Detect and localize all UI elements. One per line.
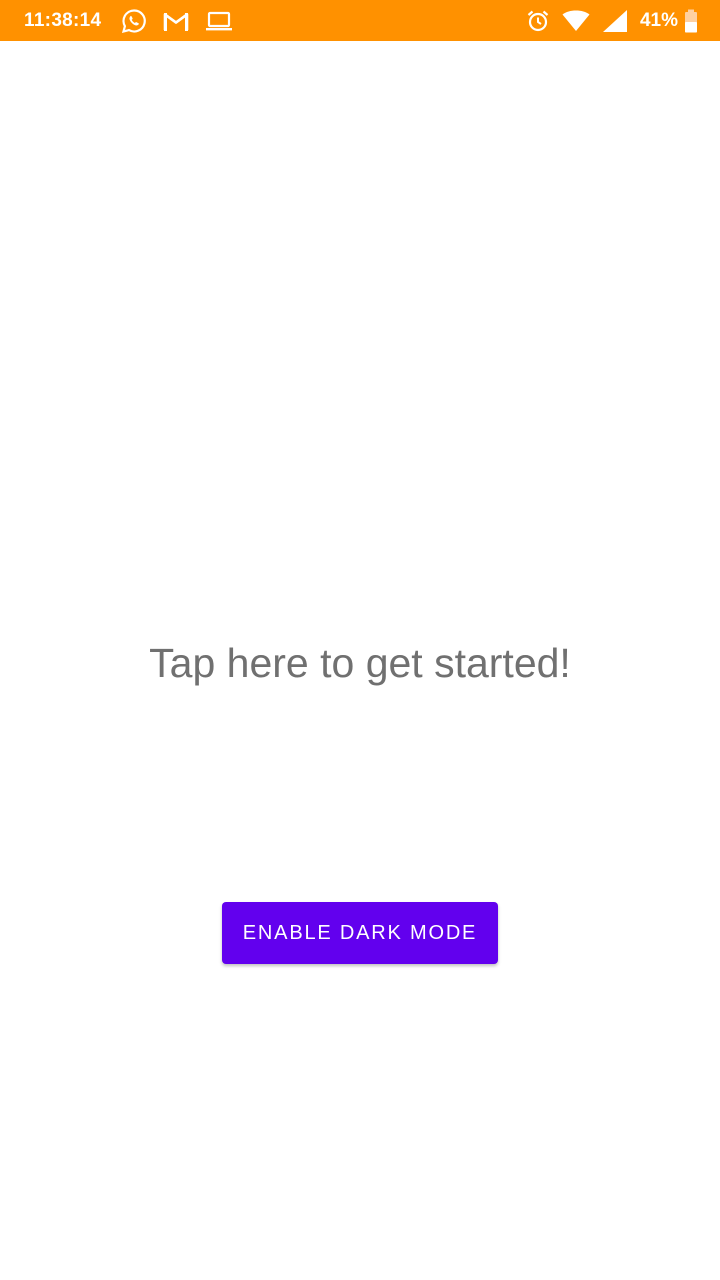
get-started-text[interactable]: Tap here to get started!: [0, 636, 720, 690]
wifi-icon: [562, 10, 590, 32]
cellular-signal-icon: [602, 9, 628, 33]
status-time: 11:38:14: [24, 9, 102, 31]
battery-icon: [684, 9, 698, 33]
laptop-icon: [205, 10, 233, 32]
battery-percent: 41%: [639, 9, 678, 31]
status-bar-left: 11:38:14: [24, 8, 249, 34]
status-bar: 11:38:14 41%: [0, 0, 720, 41]
gmail-icon: [163, 10, 189, 32]
alarm-icon: [526, 9, 550, 33]
whatsapp-icon: [121, 8, 147, 34]
enable-dark-mode-button[interactable]: ENABLE DARK MODE: [222, 902, 498, 964]
status-bar-right: 41%: [526, 9, 698, 33]
app-screen: 11:38:14 41% Tap here to get started! EN…: [0, 0, 720, 1280]
